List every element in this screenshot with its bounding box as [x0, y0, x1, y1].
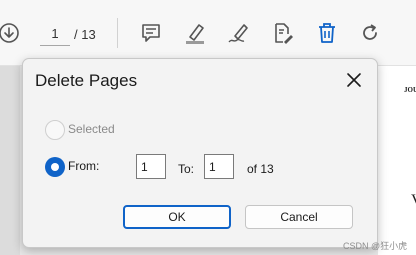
- download-icon[interactable]: [0, 20, 22, 46]
- from-label: From:: [68, 159, 100, 173]
- rotate-icon[interactable]: [357, 20, 383, 46]
- highlight-icon[interactable]: [182, 20, 208, 46]
- delete-icon[interactable]: [314, 20, 340, 46]
- from-page-input[interactable]: [136, 154, 166, 179]
- watermark-text: CSDN @狂小虎: [343, 241, 408, 251]
- toolbar: 1 / 13: [0, 0, 416, 66]
- from-radio[interactable]: [45, 157, 65, 177]
- comment-icon[interactable]: [138, 20, 164, 46]
- page-number-input[interactable]: 1: [40, 24, 70, 46]
- delete-pages-dialog: Delete Pages Selected From: To: of 13 OK…: [22, 58, 378, 248]
- ok-button[interactable]: OK: [123, 205, 231, 229]
- page-thumbnail-edge: [0, 66, 20, 255]
- page-text-fragment: V: [411, 192, 416, 210]
- toolbar-divider: [117, 18, 118, 48]
- selected-radio[interactable]: [45, 120, 65, 140]
- to-label: To:: [178, 162, 195, 176]
- page-text-fragment: JOU: [404, 86, 416, 94]
- cancel-button[interactable]: Cancel: [245, 205, 353, 229]
- edit-pdf-icon[interactable]: [270, 20, 296, 46]
- page-count-label: of 13: [247, 162, 274, 176]
- to-page-input[interactable]: [204, 154, 234, 179]
- document-page: JOU V: [378, 66, 416, 255]
- dialog-title: Delete Pages: [35, 71, 138, 90]
- page-total-label: / 13: [74, 27, 96, 42]
- selected-label: Selected: [68, 122, 115, 136]
- close-icon[interactable]: [341, 67, 367, 93]
- sign-icon[interactable]: [226, 20, 252, 46]
